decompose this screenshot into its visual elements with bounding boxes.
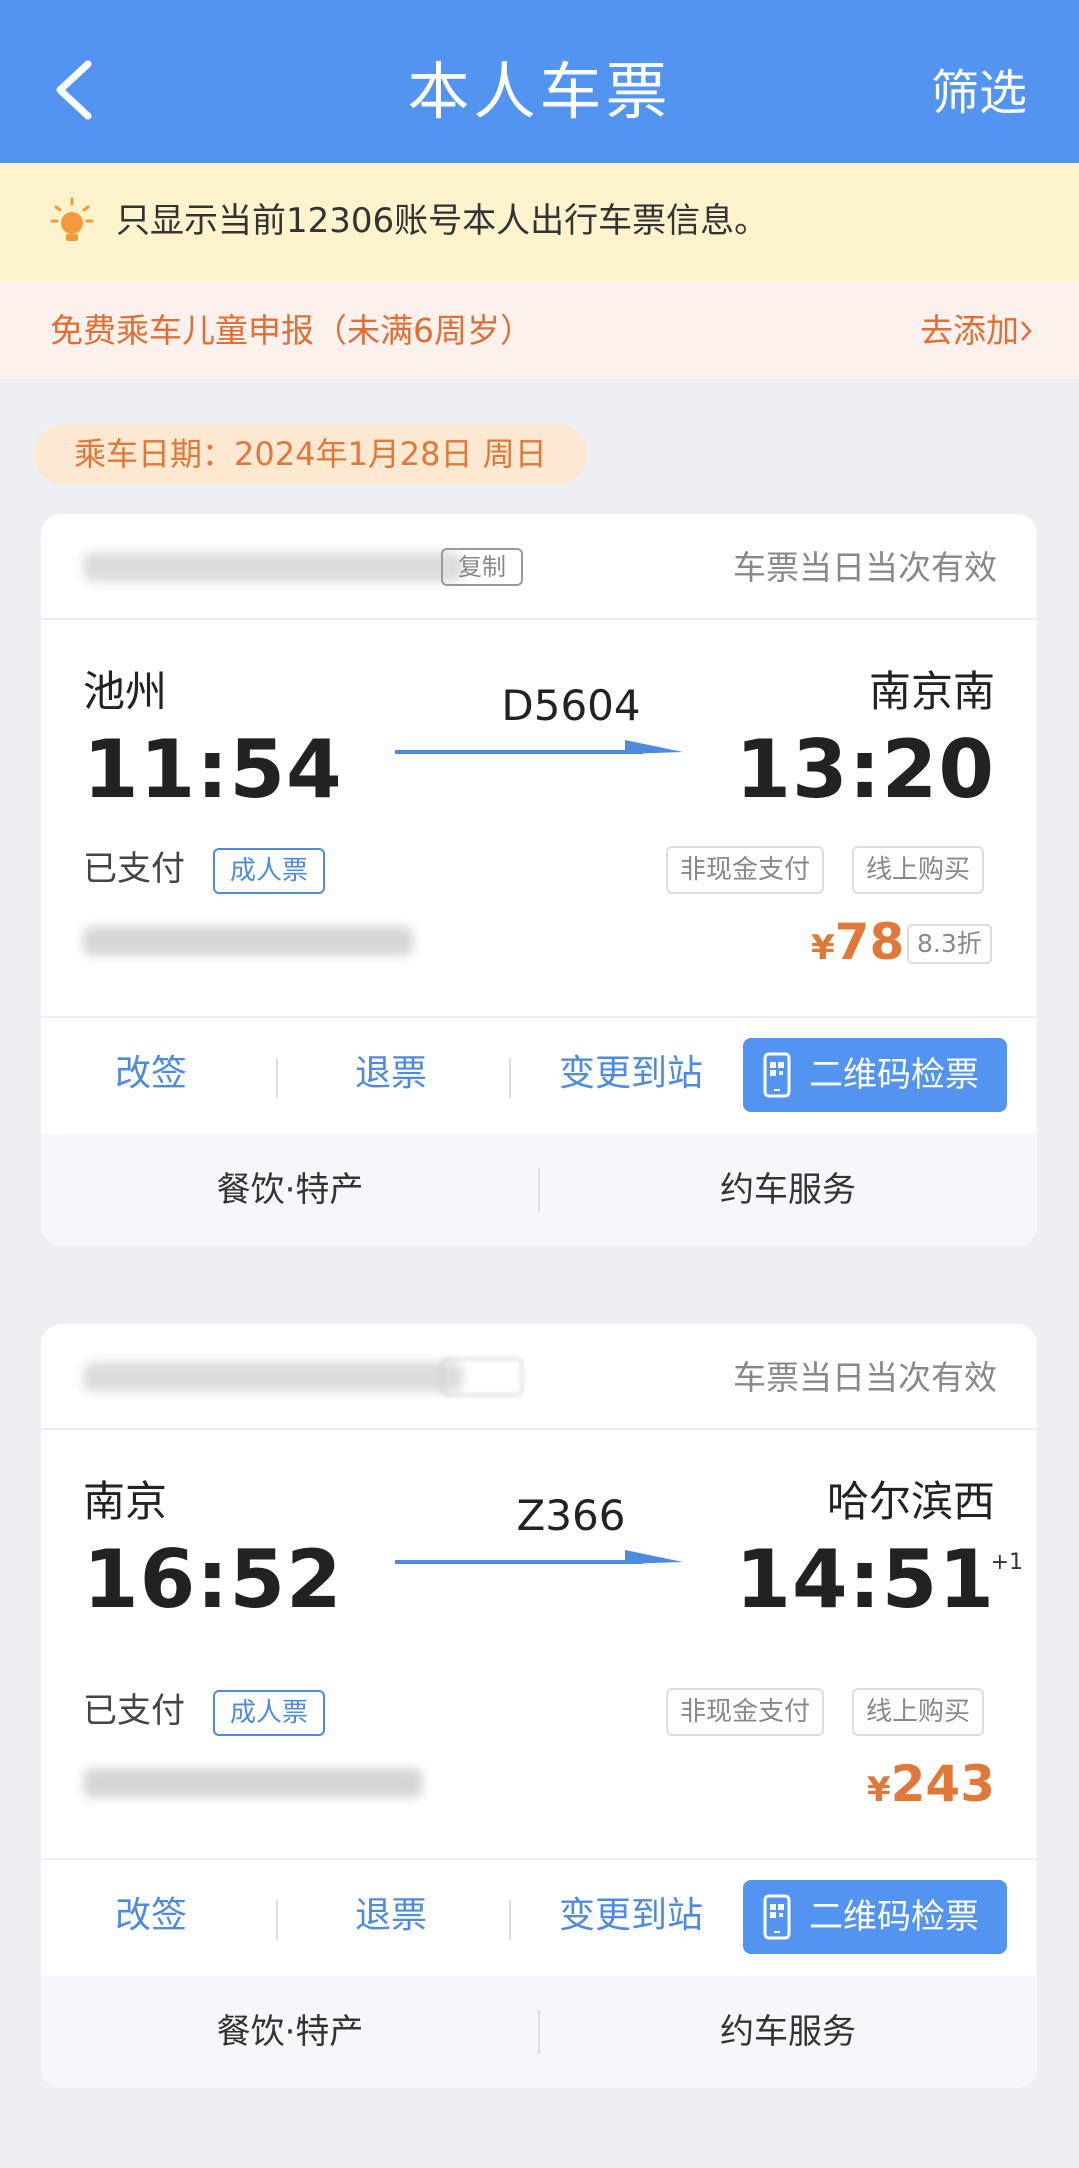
change-destination-button[interactable]: 变更到站 [541,1888,721,1944]
lightbulb-icon [50,197,94,241]
change-destination-button[interactable]: 变更到站 [541,1046,721,1102]
payment-method-tag: 非现金支付 [666,846,825,894]
ticket-type-badge: 成人票 [213,1690,325,1736]
qr-check-in-label: 二维码检票 [809,1897,979,1937]
top-bar: 本人车票 筛选 [0,0,1079,163]
extra-services: 餐饮·特产 约车服务 [41,1134,1037,1246]
ticket-type-badge: 成人票 [213,848,325,894]
seat-info-redacted [83,1768,423,1798]
copy-order-button[interactable]: 复制 [441,548,523,586]
copy-order-button[interactable]: 复制 [441,1358,523,1396]
ticket-actions: 改签 退票 变更到站 二维码检票 [41,1858,1037,1978]
extra-services: 餐饮·特产 约车服务 [41,1976,1037,2088]
seat-info-redacted [83,926,413,956]
train-number: D5604 [501,681,641,730]
arrival-time: 14:51 [735,1533,995,1626]
qr-check-in-button[interactable]: 二维码检票 [743,1880,1007,1954]
notice-text: 只显示当前12306账号本人出行车票信息。 [116,201,769,241]
next-day-indicator: +1 [990,1550,1023,1575]
ride-booking-link[interactable]: 约车服务 [539,2004,1037,2060]
price-value: 78 [834,913,905,971]
departure-time: 16:52 [83,1533,343,1626]
qr-check-in-label: 二维码检票 [809,1055,979,1095]
divider [509,1900,511,1940]
food-specialties-link[interactable]: 餐饮·特产 [41,1162,539,1218]
refund-button[interactable]: 退票 [311,1888,471,1944]
phone-qr-icon [763,1894,791,1940]
ride-booking-link[interactable]: 约车服务 [539,1162,1037,1218]
ticket-card: 复制 车票当日当次有效 南京 16:52 Z366 哈尔滨西 14:51 +1 … [41,1324,1037,2088]
filter-button[interactable]: 筛选 [931,58,1027,128]
qr-check-in-button[interactable]: 二维码检票 [743,1038,1007,1112]
account-notice: 只显示当前12306账号本人出行车票信息。 [0,163,1079,281]
child-declaration-banner[interactable]: 免费乘车儿童申报（未满6周岁） 去添加 [0,281,1079,379]
food-specialties-link[interactable]: 餐饮·特产 [41,2004,539,2060]
change-ticket-button[interactable]: 改签 [71,1046,231,1102]
ticket-price: ¥243 [867,1752,995,1822]
divider [276,1900,278,1940]
train-number: Z366 [516,1491,626,1540]
ticket-validity: 车票当日当次有效 [733,548,997,587]
divider [509,1058,511,1098]
currency-symbol: ¥ [811,928,835,968]
page-title: 本人车票 [407,55,672,128]
departure-station: 南京 [83,1477,168,1526]
ticket-card-header: 复制 车票当日当次有效 [41,1324,1037,1430]
payment-status: 已支付 [83,849,185,889]
ticket-actions: 改签 退票 变更到站 二维码检票 [41,1016,1037,1136]
payment-status: 已支付 [83,1691,185,1731]
route-arrow-icon [395,740,683,754]
departure-station: 池州 [83,667,168,716]
arrival-station: 南京南 [868,667,995,716]
route-arrow-icon [395,1550,683,1564]
ticket-price: ¥78 [811,910,904,980]
payment-method-tag: 非现金支付 [666,1688,825,1736]
discount-badge: 8.3折 [907,924,992,964]
chevron-right-icon [1021,321,1032,341]
departure-time: 11:54 [83,723,343,816]
currency-symbol: ¥ [866,1770,891,1810]
child-declaration-label: 免费乘车儿童申报（未满6周岁） [50,311,533,350]
purchase-channel-tag: 线上购买 [852,846,985,894]
divider [276,1058,278,1098]
order-number-redacted [83,1362,463,1392]
price-value: 243 [890,1755,995,1813]
refund-button[interactable]: 退票 [311,1046,471,1102]
purchase-channel-tag: 线上购买 [852,1688,985,1736]
arrival-time: 13:20 [735,723,995,816]
arrival-station: 哈尔滨西 [826,1477,995,1526]
phone-qr-icon [763,1052,791,1098]
ticket-card-header: 复制 车票当日当次有效 [41,514,1037,620]
ticket-validity: 车票当日当次有效 [733,1358,997,1397]
ticket-card: 复制 车票当日当次有效 池州 11:54 D5604 南京南 13:20 已支付… [41,514,1037,1246]
change-ticket-button[interactable]: 改签 [71,1888,231,1944]
add-child-link[interactable]: 去添加 [920,303,1019,359]
order-number-redacted [83,552,463,582]
travel-date-badge: 乘车日期：2024年1月28日 周日 [34,424,587,484]
